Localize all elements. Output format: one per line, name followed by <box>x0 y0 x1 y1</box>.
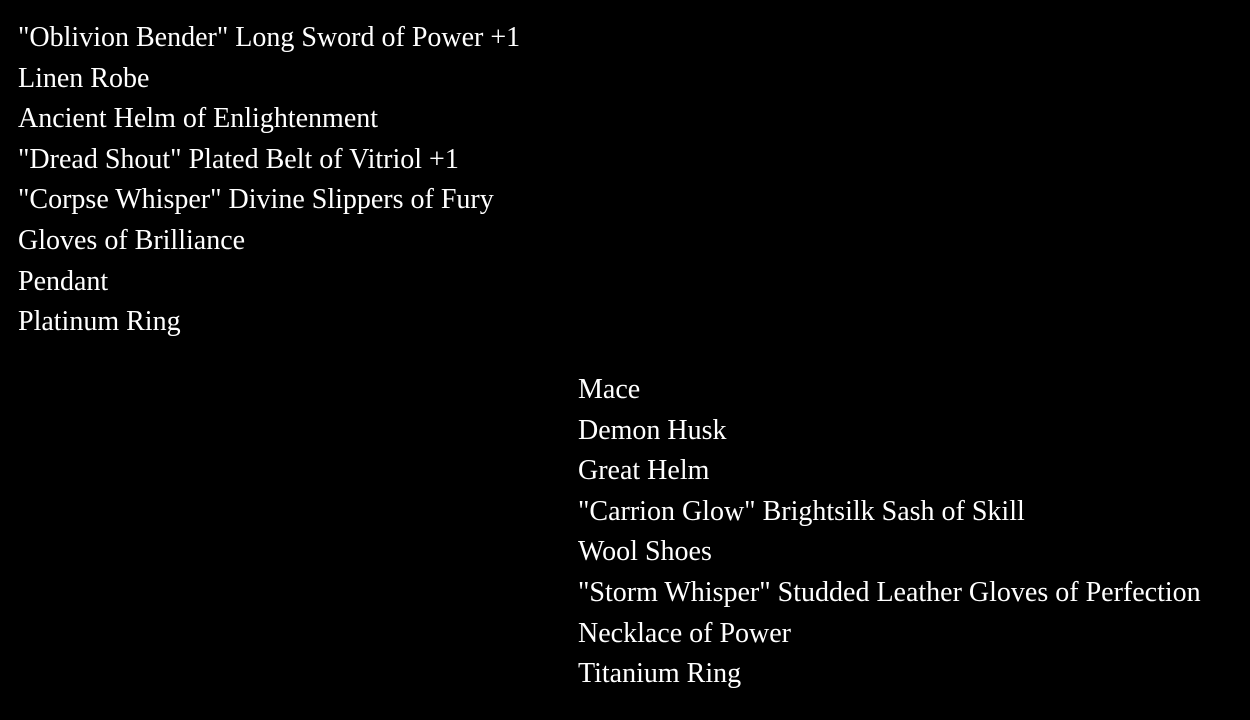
item-r5: Wool Shoes <box>578 532 1201 573</box>
right-item-list: MaceDemon HuskGreat Helm"Carrion Glow" B… <box>578 370 1201 695</box>
item-6: Gloves of Brilliance <box>18 221 520 262</box>
item-r7: Necklace of Power <box>578 614 1201 655</box>
item-8: Platinum Ring <box>18 302 520 343</box>
item-1: "Oblivion Bender" Long Sword of Power +1 <box>18 18 520 59</box>
item-2: Linen Robe <box>18 59 520 100</box>
left-item-list: "Oblivion Bender" Long Sword of Power +1… <box>18 18 520 343</box>
item-r6: "Storm Whisper" Studded Leather Gloves o… <box>578 573 1201 614</box>
item-r4: "Carrion Glow" Brightsilk Sash of Skill <box>578 492 1201 533</box>
item-4: "Dread Shout" Plated Belt of Vitriol +1 <box>18 140 520 181</box>
item-r8: Titanium Ring <box>578 654 1201 695</box>
item-5: "Corpse Whisper" Divine Slippers of Fury <box>18 180 520 221</box>
item-r1: Mace <box>578 370 1201 411</box>
item-r2: Demon Husk <box>578 411 1201 452</box>
item-3: Ancient Helm of Enlightenment <box>18 99 520 140</box>
item-7: Pendant <box>18 262 520 303</box>
item-r3: Great Helm <box>578 451 1201 492</box>
